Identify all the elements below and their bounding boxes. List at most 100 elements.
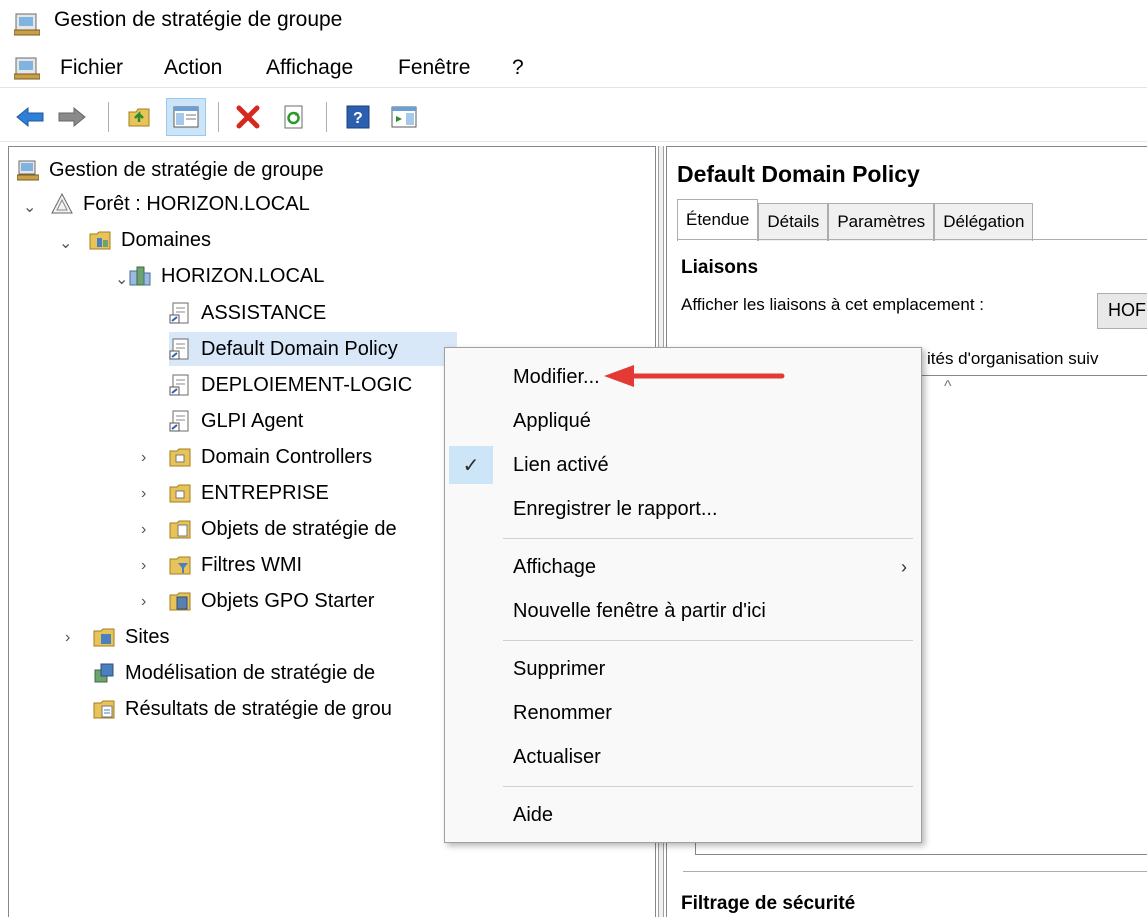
gpo-title: Default Domain Policy <box>677 161 920 187</box>
menu-item-actualiser[interactable]: Actualiser <box>445 738 921 776</box>
gpo-link-icon <box>169 374 191 396</box>
tab-details[interactable]: Détails <box>758 203 829 241</box>
sites-icon <box>93 626 115 648</box>
menu-action[interactable]: Action <box>160 54 226 82</box>
chevron-right-icon[interactable]: › <box>65 629 70 647</box>
tree-sites-label: Sites <box>125 625 170 648</box>
tab-etendue[interactable]: Étendue <box>677 199 759 241</box>
tree-gpo-link-label: Default Domain Policy <box>201 337 398 360</box>
tree-results[interactable]: Résultats de stratégie de grou <box>93 692 396 726</box>
tree-gpo-link[interactable]: GLPI Agent <box>169 404 307 438</box>
menu-item-nouvelle-fenetre[interactable]: Nouvelle fenêtre à partir d'ici <box>445 592 921 630</box>
results-icon <box>93 698 115 720</box>
chevron-right-icon[interactable]: › <box>141 557 146 575</box>
checkmark-icon: ✓ <box>449 446 493 484</box>
menu-help[interactable]: ? <box>508 54 528 82</box>
menu-item-label: Enregistrer le rapport... <box>513 497 718 520</box>
chevron-right-icon[interactable]: › <box>141 521 146 539</box>
tree-starter-gpos-label: Objets GPO Starter <box>201 589 375 612</box>
show-links-label: Afficher les liaisons à cet emplacement … <box>681 295 984 314</box>
menu-item-enregistrer-rapport[interactable]: Enregistrer le rapport... <box>445 490 921 528</box>
tree-ou-label: ENTREPRISE <box>201 481 329 504</box>
chevron-right-icon[interactable]: › <box>141 485 146 503</box>
gpmc-app-icon <box>13 12 41 41</box>
tree-wmi-filters[interactable]: Filtres WMI <box>169 548 306 582</box>
modeling-icon <box>93 662 115 684</box>
menu-fenetre[interactable]: Fenêtre <box>394 54 474 82</box>
gpmc-icon <box>16 159 40 181</box>
tab-delegation[interactable]: Délégation <box>934 203 1034 241</box>
menu-item-label: Aide <box>513 803 554 826</box>
chevron-right-icon[interactable]: › <box>141 449 146 467</box>
chevron-right-icon[interactable]: › <box>141 593 146 611</box>
tree-root-label: Gestion de stratégie de groupe <box>49 158 324 181</box>
tree-sites[interactable]: Sites <box>93 620 173 654</box>
tree-domain-label: HORIZON.LOCAL <box>161 264 325 287</box>
window-title: Gestion de stratégie de groupe <box>54 8 343 31</box>
show-action-pane-icon[interactable] <box>384 98 424 136</box>
chevron-down-icon[interactable]: ⌄ <box>115 269 128 289</box>
domains-folder-icon <box>89 229 111 251</box>
linked-ou-text: ités d'organisation suiv <box>927 349 1099 368</box>
menu-item-label: Actualiser <box>513 745 601 768</box>
links-heading: Liaisons <box>681 257 759 278</box>
tree-gpo-link-label: ASSISTANCE <box>201 301 327 324</box>
tree-ou[interactable]: ENTREPRISE <box>169 476 333 510</box>
up-folder-icon[interactable] <box>120 98 160 136</box>
menu-item-label: Nouvelle fenêtre à partir d'ici <box>513 599 766 622</box>
tree-root[interactable]: Gestion de stratégie de groupe <box>16 153 328 187</box>
menu-bar: Fichier Action Affichage Fenêtre ? <box>0 46 1147 88</box>
forward-icon[interactable] <box>52 98 92 136</box>
tree-gpo-link[interactable]: DEPLOIEMENT-LOGIC <box>169 368 416 402</box>
security-filtering-heading: Filtrage de sécurité <box>681 893 856 914</box>
domain-icon <box>129 265 151 287</box>
tree-gpo-link-selected[interactable]: Default Domain Policy <box>169 332 457 366</box>
delete-icon[interactable] <box>228 98 268 136</box>
menu-item-label: Lien activé <box>513 453 609 476</box>
refresh-icon[interactable] <box>274 98 314 136</box>
menu-fichier[interactable]: Fichier <box>56 54 127 82</box>
wmi-filter-icon <box>169 554 191 576</box>
toolbar: ? <box>0 90 1147 142</box>
menu-item-label: Renommer <box>513 701 612 724</box>
tree-forest-label: Forêt : HORIZON.LOCAL <box>83 192 310 215</box>
tree-starter-gpos[interactable]: Objets GPO Starter <box>169 584 378 618</box>
chevron-down-icon[interactable]: ⌄ <box>59 233 72 253</box>
tab-parametres[interactable]: Paramètres <box>828 203 935 241</box>
title-bar: Gestion de stratégie de groupe <box>0 0 1147 44</box>
context-menu: Modifier... Appliqué ✓ Lien activé Enreg… <box>444 347 922 843</box>
system-menu-icon[interactable] <box>13 56 41 85</box>
tree-forest[interactable]: Forêt : HORIZON.LOCAL <box>51 187 314 221</box>
tree-results-label: Résultats de stratégie de grou <box>125 697 392 720</box>
menu-item-supprimer[interactable]: Supprimer <box>445 650 921 688</box>
menu-item-lien-active[interactable]: ✓ Lien activé <box>445 446 921 484</box>
back-icon[interactable] <box>10 98 50 136</box>
menu-item-applique[interactable]: Appliqué <box>445 402 921 440</box>
chevron-down-icon[interactable]: ⌄ <box>23 197 36 217</box>
menu-item-label: Supprimer <box>513 657 606 680</box>
menu-item-renommer[interactable]: Renommer <box>445 694 921 732</box>
tab-strip: Étendue Détails Paramètres Délégation <box>677 199 1034 241</box>
gpo-link-icon <box>169 410 191 432</box>
tree-modeling[interactable]: Modélisation de stratégie de <box>93 656 379 690</box>
sort-ascending-icon[interactable]: ^ <box>944 378 952 396</box>
submenu-arrow-icon: › <box>901 556 907 577</box>
tree-ou[interactable]: Domain Controllers <box>169 440 376 474</box>
tree-modeling-label: Modélisation de stratégie de <box>125 661 376 684</box>
help-icon[interactable]: ? <box>338 98 378 136</box>
tree-domains-label: Domaines <box>121 228 212 251</box>
tree-wmi-filters-label: Filtres WMI <box>201 553 303 576</box>
gpo-folder-icon <box>169 518 191 540</box>
tree-gpo-link[interactable]: ASSISTANCE <box>169 296 330 330</box>
gpo-link-icon <box>169 302 191 324</box>
tree-gpo-link-label: DEPLOIEMENT-LOGIC <box>201 373 413 396</box>
menu-item-aide[interactable]: Aide <box>445 796 921 834</box>
tree-domains[interactable]: Domaines <box>89 223 215 257</box>
tree-domain[interactable]: HORIZON.LOCAL <box>129 259 328 293</box>
menu-item-affichage[interactable]: Affichage › <box>445 548 921 586</box>
menu-affichage[interactable]: Affichage <box>262 54 357 82</box>
tree-gpo-container[interactable]: Objets de stratégie de <box>169 512 401 546</box>
show-hide-console-tree-icon[interactable] <box>166 98 206 136</box>
menu-item-label: Appliqué <box>513 409 591 432</box>
location-select[interactable]: HOF <box>1097 293 1147 329</box>
